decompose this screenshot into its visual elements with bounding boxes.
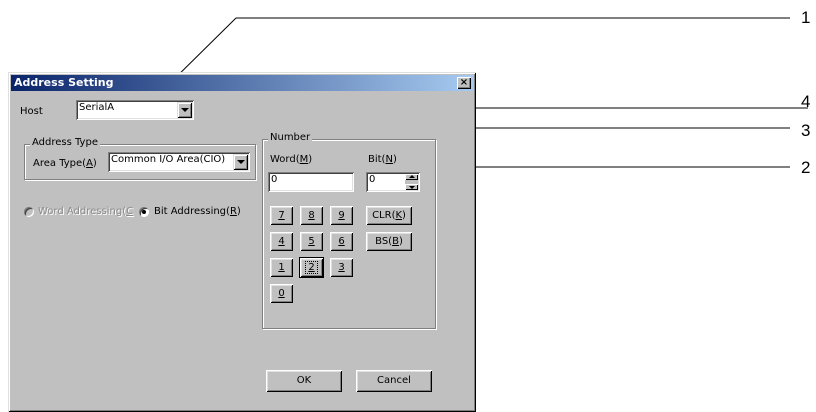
clr-button[interactable]: CLR(K)	[366, 206, 412, 225]
callout-3: 3	[801, 121, 811, 140]
word-addressing-radio[interactable]	[24, 207, 34, 217]
key-7-button[interactable]: 7	[270, 206, 293, 225]
cancel-button[interactable]: Cancel	[356, 370, 432, 392]
address-setting-dialog: Address Setting × Host SerialA Address T…	[8, 72, 476, 412]
address-type-legend: Address Type	[30, 137, 100, 148]
spinner[interactable]	[405, 174, 418, 190]
radio-selected-dot	[142, 210, 146, 214]
chevron-down-icon[interactable]	[177, 102, 192, 118]
close-button[interactable]: ×	[457, 77, 471, 89]
close-icon: ×	[459, 77, 469, 88]
host-label: Host	[20, 106, 43, 117]
title-bar: Address Setting ×	[11, 75, 473, 91]
chevron-down-icon[interactable]	[233, 154, 248, 170]
word-input[interactable]: 0	[268, 172, 354, 192]
ok-button[interactable]: OK	[266, 370, 342, 392]
area-type-select[interactable]: Common I/O Area(CIO)	[108, 152, 250, 172]
host-select[interactable]: SerialA	[76, 100, 194, 120]
key-3-button[interactable]: 3	[330, 258, 353, 277]
key-5-button[interactable]: 5	[300, 232, 323, 251]
key-4-button[interactable]: 4	[270, 232, 293, 251]
callout-1: 1	[801, 8, 811, 27]
bit-addressing-radio[interactable]	[139, 207, 149, 217]
key-9-button[interactable]: 9	[330, 206, 353, 225]
key-8-button[interactable]: 8	[300, 206, 323, 225]
callout-2: 2	[801, 158, 811, 177]
key-6-button[interactable]: 6	[330, 232, 353, 251]
bit-value: 0	[369, 174, 376, 185]
host-value: SerialA	[79, 102, 115, 113]
number-legend: Number	[268, 132, 313, 143]
bit-spinner[interactable]: 0	[366, 172, 420, 192]
word-addressing-label: Word Addressing(C	[38, 206, 134, 217]
callout-4: 4	[801, 92, 811, 111]
word-value: 0	[271, 174, 278, 185]
word-label: Word(M)	[270, 154, 313, 165]
area-type-label: Area Type(A)	[33, 158, 97, 169]
area-type-value: Common I/O Area(CIO)	[111, 154, 226, 165]
bs-button[interactable]: BS(B)	[366, 232, 412, 251]
spin-down-icon[interactable]	[405, 184, 418, 190]
bit-addressing-label: Bit Addressing(R)	[154, 206, 241, 217]
key-0-button[interactable]: 0	[270, 284, 293, 303]
bit-label: Bit(N)	[368, 154, 397, 165]
dialog-title: Address Setting	[14, 76, 114, 89]
key-2-button[interactable]: 2	[300, 258, 323, 277]
key-1-button[interactable]: 1	[270, 258, 293, 277]
spin-up-icon[interactable]	[405, 174, 418, 180]
